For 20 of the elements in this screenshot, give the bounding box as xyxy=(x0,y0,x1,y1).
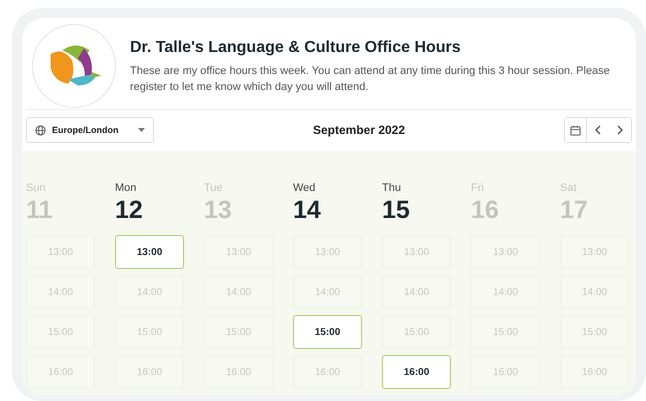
chevron-right-icon xyxy=(617,125,623,136)
page-title: Dr. Talle's Language & Culture Office Hours xyxy=(130,38,462,58)
weekday-label: Wed xyxy=(293,181,316,195)
timezone-label: Europe/London xyxy=(52,124,120,137)
time-slot-button[interactable]: 16:00 xyxy=(382,355,451,389)
month-label: September 2022 xyxy=(312,122,406,140)
globe-icon xyxy=(35,124,46,136)
date-number: 12 xyxy=(115,195,144,225)
calendar-button[interactable] xyxy=(565,118,587,142)
caret-icon xyxy=(138,128,145,132)
weekday-label: Mon xyxy=(115,181,138,195)
time-slot-button[interactable]: 13:00 xyxy=(115,235,184,269)
chevron-left-icon xyxy=(595,125,601,136)
date-number: 15 xyxy=(382,195,411,225)
time-slot-button[interactable]: 15:00 xyxy=(293,315,362,349)
calendar-icon xyxy=(570,124,581,136)
description-text: These are my office hours this week. You can attend at any time during this 3 hour session. Please register to let me know which day you will attend. xyxy=(130,64,611,95)
date-number: 14 xyxy=(293,195,322,225)
timezone-dropdown[interactable]: Europe/London xyxy=(26,117,154,144)
weekday-label: Thu xyxy=(382,181,402,195)
